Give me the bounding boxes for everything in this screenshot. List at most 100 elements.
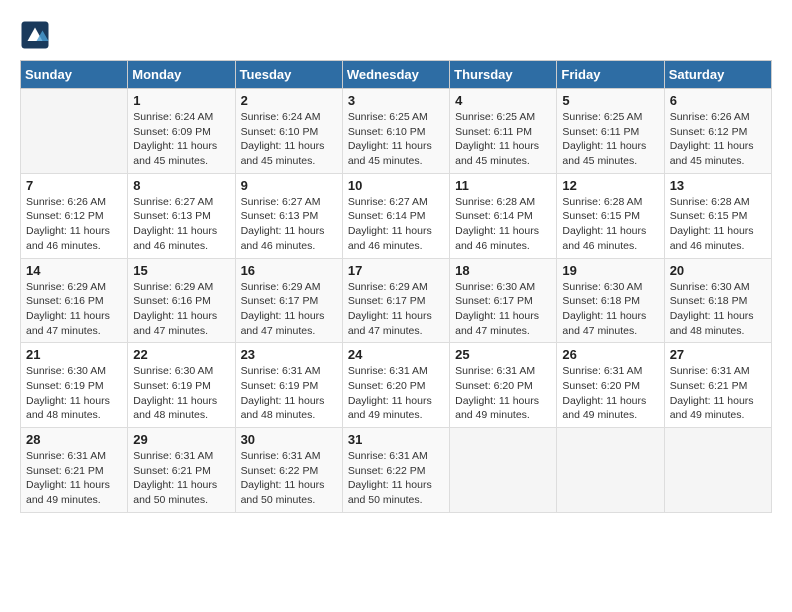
day-info: Sunrise: 6:31 AM Sunset: 6:20 PM Dayligh…	[562, 364, 658, 423]
weekday-header-wednesday: Wednesday	[342, 61, 449, 89]
day-info: Sunrise: 6:26 AM Sunset: 6:12 PM Dayligh…	[26, 195, 122, 254]
calendar-cell: 4 Sunrise: 6:25 AM Sunset: 6:11 PM Daylig…	[450, 89, 557, 174]
day-number: 27	[670, 347, 766, 362]
weekday-header-saturday: Saturday	[664, 61, 771, 89]
day-info: Sunrise: 6:29 AM Sunset: 6:17 PM Dayligh…	[348, 280, 444, 339]
calendar-cell: 8 Sunrise: 6:27 AM Sunset: 6:13 PM Daylig…	[128, 173, 235, 258]
calendar-week-2: 7 Sunrise: 6:26 AM Sunset: 6:12 PM Daylig…	[21, 173, 772, 258]
day-info: Sunrise: 6:31 AM Sunset: 6:21 PM Dayligh…	[670, 364, 766, 423]
day-info: Sunrise: 6:27 AM Sunset: 6:13 PM Dayligh…	[241, 195, 337, 254]
calendar-week-3: 14 Sunrise: 6:29 AM Sunset: 6:16 PM Dayli…	[21, 258, 772, 343]
day-number: 20	[670, 263, 766, 278]
day-number: 15	[133, 263, 229, 278]
calendar-cell: 23 Sunrise: 6:31 AM Sunset: 6:19 PM Dayli…	[235, 343, 342, 428]
day-info: Sunrise: 6:28 AM Sunset: 6:15 PM Dayligh…	[670, 195, 766, 254]
calendar-cell: 28 Sunrise: 6:31 AM Sunset: 6:21 PM Dayli…	[21, 428, 128, 513]
calendar-cell: 17Sunrise: 6:29 AM Sunset: 6:17 PM Dayli…	[342, 258, 449, 343]
calendar-cell: 11 Sunrise: 6:28 AM Sunset: 6:14 PM Dayli…	[450, 173, 557, 258]
day-number: 5	[562, 93, 658, 108]
calendar-cell	[450, 428, 557, 513]
day-number: 26	[562, 347, 658, 362]
day-info: Sunrise: 6:24 AM Sunset: 6:09 PM Dayligh…	[133, 110, 229, 169]
logo-icon	[20, 20, 50, 50]
calendar-cell: 2Sunrise: 6:24 AM Sunset: 6:10 PM Daylig…	[235, 89, 342, 174]
day-number: 14	[26, 263, 122, 278]
page-header	[20, 20, 772, 50]
day-info: Sunrise: 6:25 AM Sunset: 6:10 PM Dayligh…	[348, 110, 444, 169]
calendar-cell: 24 Sunrise: 6:31 AM Sunset: 6:20 PM Dayli…	[342, 343, 449, 428]
calendar-cell: 9 Sunrise: 6:27 AM Sunset: 6:13 PM Daylig…	[235, 173, 342, 258]
day-info: Sunrise: 6:31 AM Sunset: 6:22 PM Dayligh…	[241, 449, 337, 508]
day-info: Sunrise: 6:27 AM Sunset: 6:13 PM Dayligh…	[133, 195, 229, 254]
day-number: 9	[241, 178, 337, 193]
calendar-body: 1 Sunrise: 6:24 AM Sunset: 6:09 PM Daylig…	[21, 89, 772, 513]
day-info: Sunrise: 6:31 AM Sunset: 6:20 PM Dayligh…	[455, 364, 551, 423]
calendar-cell: 21 Sunrise: 6:30 AM Sunset: 6:19 PM Dayli…	[21, 343, 128, 428]
calendar-cell: 14 Sunrise: 6:29 AM Sunset: 6:16 PM Dayli…	[21, 258, 128, 343]
day-number: 11	[455, 178, 551, 193]
day-info: Sunrise: 6:24 AM Sunset: 6:10 PM Dayligh…	[241, 110, 337, 169]
day-number: 21	[26, 347, 122, 362]
day-number: 16	[241, 263, 337, 278]
day-info: Sunrise: 6:30 AM Sunset: 6:17 PM Dayligh…	[455, 280, 551, 339]
weekday-header-tuesday: Tuesday	[235, 61, 342, 89]
calendar-cell: 26 Sunrise: 6:31 AM Sunset: 6:20 PM Dayli…	[557, 343, 664, 428]
day-info: Sunrise: 6:31 AM Sunset: 6:21 PM Dayligh…	[26, 449, 122, 508]
weekday-header-friday: Friday	[557, 61, 664, 89]
calendar-cell: 15 Sunrise: 6:29 AM Sunset: 6:16 PM Dayli…	[128, 258, 235, 343]
day-info: Sunrise: 6:29 AM Sunset: 6:16 PM Dayligh…	[26, 280, 122, 339]
calendar-cell: 1 Sunrise: 6:24 AM Sunset: 6:09 PM Daylig…	[128, 89, 235, 174]
day-info: Sunrise: 6:26 AM Sunset: 6:12 PM Dayligh…	[670, 110, 766, 169]
day-info: Sunrise: 6:25 AM Sunset: 6:11 PM Dayligh…	[455, 110, 551, 169]
weekday-header-sunday: Sunday	[21, 61, 128, 89]
calendar-cell: 16 Sunrise: 6:29 AM Sunset: 6:17 PM Dayli…	[235, 258, 342, 343]
day-info: Sunrise: 6:31 AM Sunset: 6:22 PM Dayligh…	[348, 449, 444, 508]
day-info: Sunrise: 6:30 AM Sunset: 6:19 PM Dayligh…	[26, 364, 122, 423]
calendar-cell: 12Sunrise: 6:28 AM Sunset: 6:15 PM Dayli…	[557, 173, 664, 258]
calendar-cell	[557, 428, 664, 513]
day-number: 10	[348, 178, 444, 193]
calendar-table: SundayMondayTuesdayWednesdayThursdayFrid…	[20, 60, 772, 513]
calendar-cell: 19 Sunrise: 6:30 AM Sunset: 6:18 PM Dayli…	[557, 258, 664, 343]
day-info: Sunrise: 6:30 AM Sunset: 6:18 PM Dayligh…	[562, 280, 658, 339]
calendar-cell: 18 Sunrise: 6:30 AM Sunset: 6:17 PM Dayli…	[450, 258, 557, 343]
calendar-cell: 7 Sunrise: 6:26 AM Sunset: 6:12 PM Daylig…	[21, 173, 128, 258]
day-number: 18	[455, 263, 551, 278]
day-info: Sunrise: 6:29 AM Sunset: 6:17 PM Dayligh…	[241, 280, 337, 339]
day-number: 4	[455, 93, 551, 108]
calendar-week-5: 28 Sunrise: 6:31 AM Sunset: 6:21 PM Dayli…	[21, 428, 772, 513]
day-number: 12	[562, 178, 658, 193]
day-info: Sunrise: 6:31 AM Sunset: 6:20 PM Dayligh…	[348, 364, 444, 423]
calendar-cell: 5Sunrise: 6:25 AM Sunset: 6:11 PM Daylig…	[557, 89, 664, 174]
day-number: 1	[133, 93, 229, 108]
weekday-header-monday: Monday	[128, 61, 235, 89]
day-number: 7	[26, 178, 122, 193]
day-info: Sunrise: 6:30 AM Sunset: 6:18 PM Dayligh…	[670, 280, 766, 339]
calendar-cell: 13 Sunrise: 6:28 AM Sunset: 6:15 PM Dayli…	[664, 173, 771, 258]
calendar-cell: 25Sunrise: 6:31 AM Sunset: 6:20 PM Dayli…	[450, 343, 557, 428]
weekday-header-thursday: Thursday	[450, 61, 557, 89]
calendar-cell: 22Sunrise: 6:30 AM Sunset: 6:19 PM Dayli…	[128, 343, 235, 428]
day-info: Sunrise: 6:27 AM Sunset: 6:14 PM Dayligh…	[348, 195, 444, 254]
day-number: 19	[562, 263, 658, 278]
calendar-cell: 3 Sunrise: 6:25 AM Sunset: 6:10 PM Daylig…	[342, 89, 449, 174]
day-number: 3	[348, 93, 444, 108]
day-info: Sunrise: 6:29 AM Sunset: 6:16 PM Dayligh…	[133, 280, 229, 339]
day-number: 24	[348, 347, 444, 362]
calendar-week-1: 1 Sunrise: 6:24 AM Sunset: 6:09 PM Daylig…	[21, 89, 772, 174]
day-number: 23	[241, 347, 337, 362]
day-number: 22	[133, 347, 229, 362]
day-number: 28	[26, 432, 122, 447]
calendar-cell	[21, 89, 128, 174]
day-number: 8	[133, 178, 229, 193]
day-number: 13	[670, 178, 766, 193]
day-info: Sunrise: 6:28 AM Sunset: 6:14 PM Dayligh…	[455, 195, 551, 254]
weekday-row: SundayMondayTuesdayWednesdayThursdayFrid…	[21, 61, 772, 89]
calendar-cell: 10 Sunrise: 6:27 AM Sunset: 6:14 PM Dayli…	[342, 173, 449, 258]
day-info: Sunrise: 6:31 AM Sunset: 6:19 PM Dayligh…	[241, 364, 337, 423]
day-number: 29	[133, 432, 229, 447]
calendar-cell	[664, 428, 771, 513]
calendar-cell: 6Sunrise: 6:26 AM Sunset: 6:12 PM Daylig…	[664, 89, 771, 174]
calendar-cell: 27 Sunrise: 6:31 AM Sunset: 6:21 PM Dayli…	[664, 343, 771, 428]
calendar-cell: 29Sunrise: 6:31 AM Sunset: 6:21 PM Dayli…	[128, 428, 235, 513]
